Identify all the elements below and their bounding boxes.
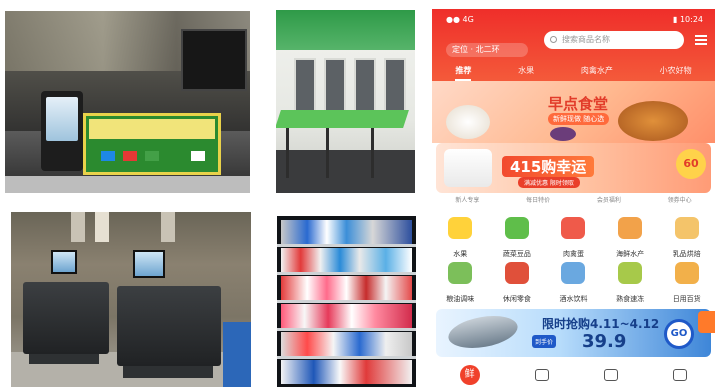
category-item[interactable]: 休闲零食 — [489, 258, 546, 303]
category-item[interactable]: 粮油调味 — [432, 258, 489, 303]
photo-green-station — [276, 10, 415, 193]
category-item[interactable]: 蔬菜豆品 — [489, 213, 546, 258]
frozen-food-icon — [618, 262, 643, 284]
overhead-monitor — [181, 29, 247, 91]
self-checkout-machine — [117, 286, 221, 366]
floor — [276, 150, 415, 193]
table-leg — [286, 128, 289, 178]
hanging-sign — [95, 212, 109, 242]
photo-app-screenshot: ●● 4G ▮ 10:24 定位 · 北二环 搜索商品名称 推荐 水果 肉禽水产… — [432, 9, 715, 385]
checkout-screen — [51, 250, 77, 274]
category-item[interactable]: 熟食速冻 — [602, 258, 659, 303]
photo-checkout-counter — [5, 11, 250, 193]
fruit-icon — [448, 217, 473, 239]
category-item[interactable]: 肉禽蛋 — [545, 213, 602, 258]
snack-icon — [504, 262, 529, 284]
food-plate-image — [618, 101, 688, 141]
hanging-sign — [71, 212, 85, 242]
shelf-rail — [277, 328, 416, 331]
category-tabs: 推荐 水果 肉禽水产 小农好物 — [432, 61, 715, 81]
status-bar-right: ▮ 10:24 — [673, 15, 703, 24]
shelf-products — [281, 332, 412, 356]
category-item[interactable]: 海鲜水产 — [602, 213, 659, 258]
home-nav-icon[interactable]: 鲜 — [459, 365, 480, 385]
payment-logo — [145, 151, 159, 161]
appliance-image — [444, 149, 492, 187]
tab-farm-goods[interactable]: 小农好物 — [660, 61, 692, 81]
payment-logo — [191, 151, 205, 161]
payment-logo — [101, 151, 115, 161]
hint-item[interactable]: 每日特价 — [526, 195, 550, 207]
shelf-products — [281, 248, 412, 272]
bottom-navigation: 鲜 — [432, 365, 715, 385]
banner-title: 早点食堂 — [548, 95, 609, 113]
food-item-image — [550, 127, 576, 141]
table-leg — [371, 128, 374, 178]
food-bowl-image — [446, 105, 490, 139]
profile-nav-icon[interactable] — [673, 369, 688, 381]
go-button[interactable]: GO — [664, 319, 694, 349]
service-hints: 新人专享 每日特价 会员福利 领券中心 — [432, 195, 715, 207]
shelf-rail — [277, 356, 416, 359]
grain-oil-icon — [448, 262, 473, 284]
machine-base — [29, 354, 99, 364]
tab-meat-seafood[interactable]: 肉禽水产 — [581, 61, 613, 81]
menu-icon[interactable] — [695, 35, 707, 45]
tab-recommended[interactable]: 推荐 — [455, 61, 472, 81]
drink-icon — [561, 262, 586, 284]
search-input[interactable]: 搜索商品名称 — [544, 31, 684, 49]
table-leg — [326, 128, 329, 178]
shelf-products — [281, 276, 412, 300]
banner-subtitle: 新鲜现做 随心选 — [548, 113, 610, 125]
discount-badge: 60 — [676, 149, 706, 179]
category-nav-icon[interactable] — [534, 369, 549, 381]
household-icon — [674, 262, 699, 284]
green-wall-band — [276, 10, 415, 50]
flash-sale-price: 39.9 — [582, 331, 627, 352]
price-tag-label: 到手价 — [532, 335, 557, 348]
seafood-icon — [618, 217, 643, 239]
hint-item[interactable]: 新人专享 — [455, 195, 479, 207]
category-grid: 水果 蔬菜豆品 肉禽蛋 海鲜水产 乳品烘焙 粮油调味 休闲零食 酒水饮料 熟食速… — [432, 213, 715, 303]
flash-sale-title: 限时抢购4.11~4.12 — [542, 317, 660, 331]
banner-title: 415购幸运 — [502, 156, 595, 177]
category-item[interactable]: 日用百货 — [658, 258, 715, 303]
shelf-products — [281, 304, 412, 328]
shelf-rail — [277, 244, 416, 247]
location-selector[interactable]: 定位 · 北二环 — [446, 43, 528, 57]
floating-coupon-tab[interactable] — [698, 311, 715, 333]
tab-fruit[interactable]: 水果 — [518, 61, 534, 81]
shelf-products — [281, 360, 412, 384]
category-item[interactable]: 乳品烘焙 — [658, 213, 715, 258]
banner-subtitle: 满减优惠 限时领取 — [518, 177, 580, 188]
photo-drinks-fridge — [277, 216, 416, 387]
self-checkout-machine — [23, 282, 109, 354]
photo-self-checkout — [11, 212, 251, 387]
search-placeholder: 搜索商品名称 — [562, 35, 610, 44]
status-bar-left: ●● 4G — [446, 15, 474, 24]
sign-header — [89, 119, 215, 139]
search-icon — [550, 36, 557, 43]
shelf-rail — [277, 300, 416, 303]
category-item[interactable]: 酒水饮料 — [545, 258, 602, 303]
shelf-products — [281, 220, 412, 244]
cart-nav-icon[interactable] — [604, 369, 619, 381]
machine-base — [123, 366, 213, 378]
green-counter-table — [276, 110, 409, 128]
hint-item[interactable]: 领券中心 — [668, 195, 692, 207]
blue-panel — [223, 322, 251, 387]
hint-item[interactable]: 会员福利 — [597, 195, 621, 207]
checkout-screen — [133, 250, 165, 278]
vegetable-icon — [504, 217, 529, 239]
meat-icon — [561, 217, 586, 239]
payment-logo — [123, 151, 137, 161]
kiosk-screen — [46, 97, 78, 141]
conveyor-belt — [5, 176, 250, 193]
category-item[interactable]: 水果 — [432, 213, 489, 258]
shelf-rail — [277, 272, 416, 275]
hanging-sign — [161, 212, 175, 242]
bakery-icon — [674, 217, 699, 239]
